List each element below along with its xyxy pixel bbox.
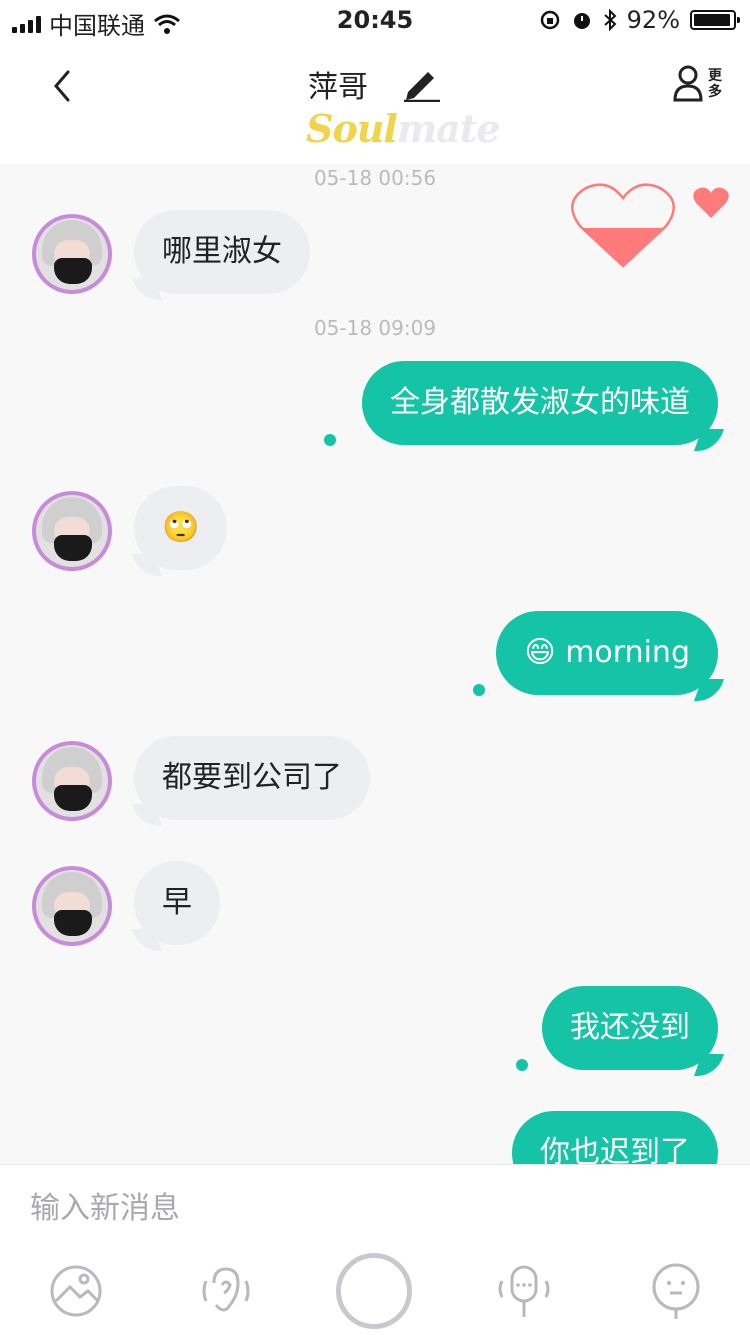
heart-meter-icon[interactable] xyxy=(570,180,676,272)
status-bar: 中国联通 20:45 92% xyxy=(0,0,750,40)
more-button[interactable]: 更多 xyxy=(672,64,722,104)
contact-name: 萍哥 xyxy=(308,70,368,105)
outgoing-message[interactable]: 你也迟到了 xyxy=(512,1111,718,1164)
more-label: 更多 xyxy=(708,68,722,100)
user-icon xyxy=(673,65,703,102)
contact-avatar[interactable] xyxy=(32,491,112,571)
bluetooth-icon xyxy=(603,9,617,31)
eye-roll-emoji: 🙄 xyxy=(162,510,200,545)
timestamp: 05-18 09:09 xyxy=(313,316,437,340)
message-input[interactable]: 输入新消息 xyxy=(30,1183,180,1227)
image-icon[interactable] xyxy=(48,1261,104,1321)
ear-icon[interactable] xyxy=(198,1261,254,1321)
message-list[interactable]: 05-18 00:56 哪里淑女 05-18 09:09 全身都散发淑女的味道 … xyxy=(0,164,750,1164)
incoming-message[interactable]: 🙄 xyxy=(134,486,228,570)
microphone-icon[interactable] xyxy=(496,1261,552,1321)
chat-header: 萍哥 Soulmate 更多 xyxy=(0,40,750,164)
battery-icon xyxy=(690,10,740,30)
unread-dot xyxy=(473,684,485,696)
unread-dot xyxy=(516,1059,528,1071)
heart-icon[interactable] xyxy=(692,186,730,220)
back-button[interactable] xyxy=(48,66,84,106)
incoming-message[interactable]: 都要到公司了 xyxy=(134,736,370,820)
outgoing-message[interactable]: 😄 morning xyxy=(496,611,718,695)
battery-percent: 92% xyxy=(626,6,680,34)
contact-avatar[interactable] xyxy=(32,741,112,821)
record-button[interactable] xyxy=(336,1253,412,1329)
alarm-icon xyxy=(573,13,590,29)
contact-avatar[interactable] xyxy=(32,214,112,294)
composer: 输入新消息 xyxy=(0,1164,750,1335)
emoji-icon[interactable] xyxy=(648,1261,704,1321)
outgoing-message[interactable]: 我还没到 xyxy=(542,986,718,1070)
grin-emoji: 😄 xyxy=(524,635,556,670)
incoming-message[interactable]: 哪里淑女 xyxy=(134,210,310,294)
edit-name-button[interactable] xyxy=(402,66,442,102)
incoming-message[interactable]: 早 xyxy=(134,861,220,945)
contact-avatar[interactable] xyxy=(32,866,112,946)
soulmate-logo: Soulmate xyxy=(306,106,500,151)
outgoing-message[interactable]: 全身都散发淑女的味道 xyxy=(362,361,718,445)
unread-dot xyxy=(324,434,336,446)
rotation-lock-icon xyxy=(540,10,559,30)
